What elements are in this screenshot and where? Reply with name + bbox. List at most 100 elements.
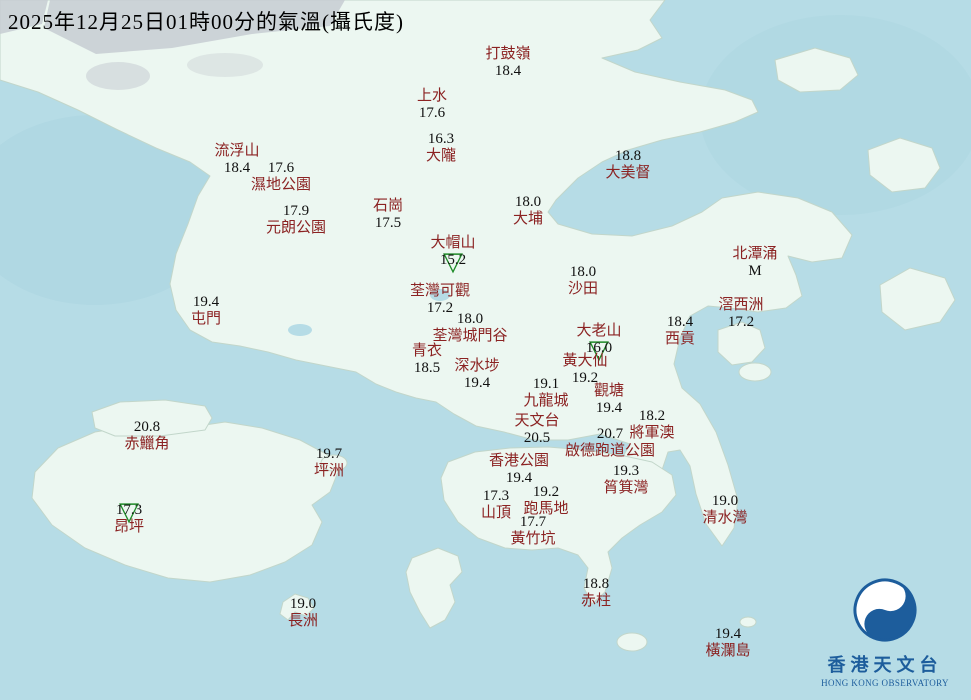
station-name: 沙田 <box>567 281 599 297</box>
station-label: 19.1 九龍城 <box>523 376 568 410</box>
station-label: 大帽山 ▽ 15.2 <box>430 235 475 277</box>
station-name: 打鼓嶺 <box>485 46 531 62</box>
station-label: ▽ 17.3 昂坪 <box>114 496 144 536</box>
station-name: 赤柱 <box>580 593 612 609</box>
station-temp: 18.0 <box>456 311 484 327</box>
station-label: 18.8 赤柱 <box>581 576 611 610</box>
station-temp: 19.3 <box>612 463 640 479</box>
station-label: 19.7 坪洲 <box>314 446 344 480</box>
station-name: 大隴 <box>425 148 457 164</box>
station-label: 17.9 元朗公園 <box>266 203 326 237</box>
station-label: 19.0 清水灣 <box>702 493 747 527</box>
station-label: 20.7 啟德跑道公園 <box>565 426 655 460</box>
station-temp: 19.4 <box>714 626 742 642</box>
station-temp: 18.0 <box>569 264 597 280</box>
station-label: 上水 17.6 <box>417 88 447 122</box>
station-name: 深水埗 <box>454 358 500 374</box>
station-temp: ▽ 15.2 <box>439 246 467 277</box>
station-name: 九龍城 <box>523 393 569 409</box>
station-temp: 20.5 <box>523 430 551 446</box>
station-label: 17.6 濕地公園 <box>251 160 311 194</box>
page-title: 2025年12月25日01時00分的氣溫(攝氏度) <box>8 10 404 34</box>
station-name: 荃灣城門谷 <box>432 328 508 344</box>
station-label: 18.8 大美督 <box>605 148 650 182</box>
hko-logo: 香港天文台 HONG KONG OBSERVATORY <box>815 576 955 688</box>
station-name: 啟德跑道公園 <box>564 443 656 459</box>
station-name: 觀塘 <box>593 383 625 399</box>
station-label: 北潭涌 M <box>732 246 777 280</box>
station-temp: 19.1 <box>532 376 560 392</box>
station-name: 西貢 <box>664 331 696 347</box>
station-temp: 18.8 <box>614 148 642 164</box>
station-name: 赤鱲角 <box>124 436 170 452</box>
station-temp: ▽ 17.3 <box>115 496 143 527</box>
station-name: 黃竹坑 <box>510 531 556 547</box>
station-name: 屯門 <box>190 311 222 327</box>
station-temp: 17.7 <box>519 514 547 530</box>
station-temp: 19.0 <box>711 493 739 509</box>
station-label: 香港公園 19.4 <box>489 453 549 487</box>
station-label: 17.7 黃竹坑 <box>510 514 555 548</box>
station-label: 17.3 山頂 <box>481 488 511 522</box>
station-temp: 17.3 <box>482 488 510 504</box>
station-label: 石崗 17.5 <box>373 198 403 232</box>
station-label: 滘西洲 17.2 <box>718 297 763 331</box>
station-name: 荃灣可觀 <box>409 283 471 299</box>
station-temp: 17.6 <box>267 160 295 176</box>
station-name: 滘西洲 <box>718 297 764 313</box>
station-temp: 17.5 <box>374 215 402 231</box>
station-label: 青衣 18.5 <box>412 343 442 377</box>
station-label: 觀塘 19.4 <box>594 383 624 417</box>
station-name: 筲箕灣 <box>603 480 649 496</box>
station-name: 北潭涌 <box>732 246 778 262</box>
station-label: 18.0 大埔 <box>513 194 543 228</box>
hko-logo-icon <box>853 578 917 642</box>
hko-name-chinese: 香港天文台 <box>827 655 943 675</box>
station-name: 山頂 <box>480 505 512 521</box>
station-label: 19.4 橫瀾島 <box>705 626 750 660</box>
station-name: 橫瀾島 <box>705 643 751 659</box>
station-label: 深水埗 19.4 <box>454 358 499 392</box>
station-temp: 20.8 <box>133 419 161 435</box>
station-name: 濕地公園 <box>250 177 312 193</box>
station-temp: 18.0 <box>514 194 542 210</box>
station-label: 黃大仙 19.2 <box>562 353 607 387</box>
station-name: 坪洲 <box>313 463 345 479</box>
station-temp: 19.7 <box>315 446 343 462</box>
station-temp: 19.4 <box>595 400 623 416</box>
station-temp: 17.2 <box>727 314 755 330</box>
station-temp: 19.4 <box>463 375 491 391</box>
station-name: 青衣 <box>411 343 443 359</box>
station-label: 20.8 赤鱲角 <box>124 419 169 453</box>
station-label: 18.4 西貢 <box>665 314 695 348</box>
station-name: 香港公園 <box>488 453 550 469</box>
hko-name-english: HONG KONG OBSERVATORY <box>821 678 949 688</box>
station-temp: 19.2 <box>532 484 560 500</box>
station-label: 大老山 ▽ 16.0 <box>576 323 621 363</box>
station-name: 天文台 <box>514 413 560 429</box>
station-label: 16.3 大隴 <box>426 131 456 165</box>
station-temp: 18.4 <box>494 63 522 79</box>
station-temp: 19.0 <box>289 596 317 612</box>
station-name: 元朗公園 <box>265 220 327 236</box>
station-temp: 19.4 <box>192 294 220 310</box>
temperature-map: 2025年12月25日01時00分的氣溫(攝氏度) 打鼓嶺 18.4 上水 17… <box>0 0 971 700</box>
station-label: 18.0 沙田 <box>568 264 598 298</box>
station-label: 18.0 荃灣城門谷 <box>432 311 507 345</box>
station-temp: M <box>748 263 762 279</box>
station-name: 黃大仙 <box>562 353 608 369</box>
station-temp: 18.8 <box>582 576 610 592</box>
station-name: 清水灣 <box>702 510 748 526</box>
station-label: 19.4 屯門 <box>191 294 221 328</box>
station-temp: 20.7 <box>596 426 624 442</box>
station-temp: 16.3 <box>427 131 455 147</box>
station-label: 天文台 20.5 <box>514 413 559 447</box>
station-label: 19.3 筲箕灣 <box>603 463 648 497</box>
station-temp: 17.6 <box>418 105 446 121</box>
station-label: 19.2 跑馬地 <box>523 484 568 518</box>
station-temp: 18.2 <box>638 408 666 424</box>
station-label: 19.0 長洲 <box>288 596 318 630</box>
station-label: 打鼓嶺 18.4 <box>485 46 530 80</box>
station-temp: 18.4 <box>666 314 694 330</box>
station-temp: 17.9 <box>282 203 310 219</box>
